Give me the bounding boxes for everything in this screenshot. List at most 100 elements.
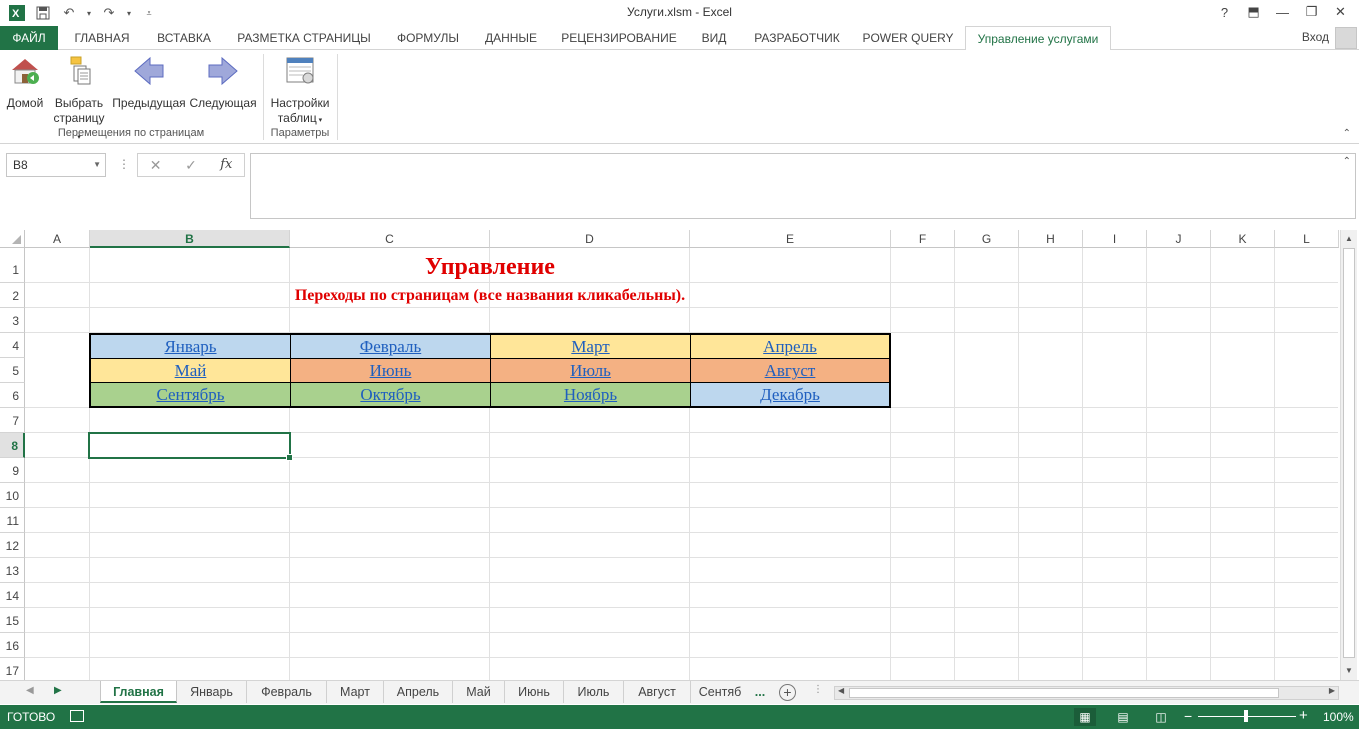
row-header-selected[interactable]: 8 [0,433,25,458]
sheet-tab-july[interactable]: Июль [564,681,624,703]
formula-bar-grip-icon[interactable]: ⋮ [118,157,130,171]
zoom-level[interactable]: 100% [1323,710,1354,724]
tab-insert[interactable]: ВСТАВКА [148,26,220,50]
row-header[interactable]: 14 [0,583,25,608]
row-header[interactable]: 11 [0,508,25,533]
formula-input[interactable]: ⌃ [250,153,1356,219]
sheet-tab-september[interactable]: Сентяб [691,681,749,703]
month-link-november[interactable]: Ноябрь [491,383,691,406]
column-header-l[interactable]: L [1275,230,1339,248]
name-box[interactable]: B8 ▼ [6,153,106,177]
scroll-down-icon[interactable]: ▼ [1341,664,1357,678]
row-header[interactable]: 9 [0,458,25,483]
month-link-may[interactable]: Май [91,359,291,383]
column-header-i[interactable]: I [1083,230,1147,248]
column-header-a[interactable]: A [25,230,90,248]
row-header[interactable]: 10 [0,483,25,508]
enter-icon[interactable]: ✓ [173,154,208,176]
row-header[interactable]: 2 [0,283,25,308]
help-icon[interactable]: ? [1210,1,1239,23]
vertical-scrollbar[interactable]: ▲ ▼ [1340,230,1357,680]
column-header-h[interactable]: H [1019,230,1083,248]
ribbon-display-icon[interactable]: ⬒ [1239,1,1268,23]
previous-button[interactable]: Предыдущая [112,54,186,111]
scroll-right-icon[interactable]: ▶ [1329,686,1335,695]
tab-page-layout[interactable]: РАЗМЕТКА СТРАНИЦЫ [230,26,378,50]
month-link-december[interactable]: Декабрь [691,383,889,406]
month-link-march[interactable]: Март [491,335,691,359]
tab-file[interactable]: ФАЙЛ [0,26,58,50]
normal-view-icon[interactable]: ▦ [1074,708,1096,726]
row-header[interactable]: 5 [0,358,25,383]
tab-view[interactable]: ВИД [692,26,736,50]
tab-formulas[interactable]: ФОРМУЛЫ [388,26,468,50]
sheet-tab-march[interactable]: Март [327,681,384,703]
minimize-icon[interactable]: — [1268,1,1297,23]
zoom-in-icon[interactable]: + [1299,707,1308,724]
insert-function-button[interactable]: fx [209,154,244,176]
month-link-september[interactable]: Сентябрь [91,383,291,406]
column-header-g[interactable]: G [955,230,1019,248]
chevron-down-icon[interactable]: ▼ [93,154,101,176]
row-header[interactable]: 17 [0,658,25,680]
zoom-out-icon[interactable]: − [1184,708,1192,724]
scroll-tabs-left-icon[interactable]: ◀ [26,685,34,696]
horizontal-scrollbar[interactable]: ◀ ▶ [834,686,1339,700]
month-link-january[interactable]: Январь [91,335,291,359]
column-header-b[interactable]: B [90,230,290,248]
sheet-tab-june[interactable]: Июнь [505,681,564,703]
column-header-j[interactable]: J [1147,230,1211,248]
collapse-formula-bar-icon[interactable]: ⌃ [1343,156,1351,167]
tab-split-grip-icon[interactable]: ⋮ [813,684,823,695]
row-header[interactable]: 3 [0,308,25,333]
home-button[interactable]: Домой [4,54,46,111]
vertical-scroll-thumb[interactable] [1343,248,1355,658]
row-header[interactable]: 16 [0,633,25,658]
row-header[interactable]: 4 [0,333,25,358]
column-header-k[interactable]: K [1211,230,1275,248]
column-header-c[interactable]: C [290,230,490,248]
row-header[interactable]: 13 [0,558,25,583]
worksheet-grid[interactable]: A B C D E F G H I J K L 1 2 3 4 5 6 7 8 … [0,230,1359,680]
month-link-august[interactable]: Август [691,359,889,383]
close-icon[interactable]: ✕ [1326,1,1355,23]
next-button[interactable]: Следующая [188,54,258,111]
month-link-july[interactable]: Июль [491,359,691,383]
page-layout-view-icon[interactable]: ▤ [1112,708,1134,726]
column-header-d[interactable]: D [490,230,690,248]
macro-record-icon[interactable] [70,710,84,722]
month-link-april[interactable]: Апрель [691,335,889,359]
active-cell-b8[interactable] [88,432,293,461]
sheet-tab-may[interactable]: Май [453,681,505,703]
tab-data[interactable]: ДАННЫЕ [477,26,545,50]
month-link-october[interactable]: Октябрь [291,383,491,406]
scroll-left-icon[interactable]: ◀ [838,686,844,695]
sheet-tab-main[interactable]: Главная [100,681,177,703]
month-link-february[interactable]: Февраль [291,335,491,359]
avatar[interactable] [1335,27,1357,49]
more-sheets-button[interactable]: ... [749,681,771,703]
add-sheet-icon[interactable]: + [779,684,796,701]
sheet-tab-january[interactable]: Январь [177,681,247,703]
page-break-view-icon[interactable]: ◫ [1150,708,1172,726]
restore-icon[interactable]: ❐ [1297,1,1326,23]
tab-service-management[interactable]: Управление услугами [965,26,1111,51]
sheet-tab-february[interactable]: Февраль [247,681,327,703]
sheet-tab-august[interactable]: Август [624,681,691,703]
row-header[interactable]: 6 [0,383,25,408]
row-header[interactable]: 1 [0,248,25,283]
sign-in-link[interactable]: Вход [1302,30,1329,44]
tab-home[interactable]: ГЛАВНАЯ [66,26,138,50]
row-header[interactable]: 12 [0,533,25,558]
scroll-tabs-right-icon[interactable]: ▶ [54,685,62,696]
tab-developer[interactable]: РАЗРАБОТЧИК [746,26,848,50]
tab-power-query[interactable]: POWER QUERY [858,26,958,50]
scroll-up-icon[interactable]: ▲ [1341,232,1357,246]
cancel-icon[interactable]: ✕ [138,154,173,176]
table-settings-button[interactable]: Настройки таблиц ▾ [268,54,332,128]
horizontal-scroll-thumb[interactable] [849,688,1279,698]
select-all-button[interactable] [0,230,25,248]
month-link-june[interactable]: Июнь [291,359,491,383]
tab-review[interactable]: РЕЦЕНЗИРОВАНИЕ [556,26,682,50]
column-header-e[interactable]: E [690,230,891,248]
